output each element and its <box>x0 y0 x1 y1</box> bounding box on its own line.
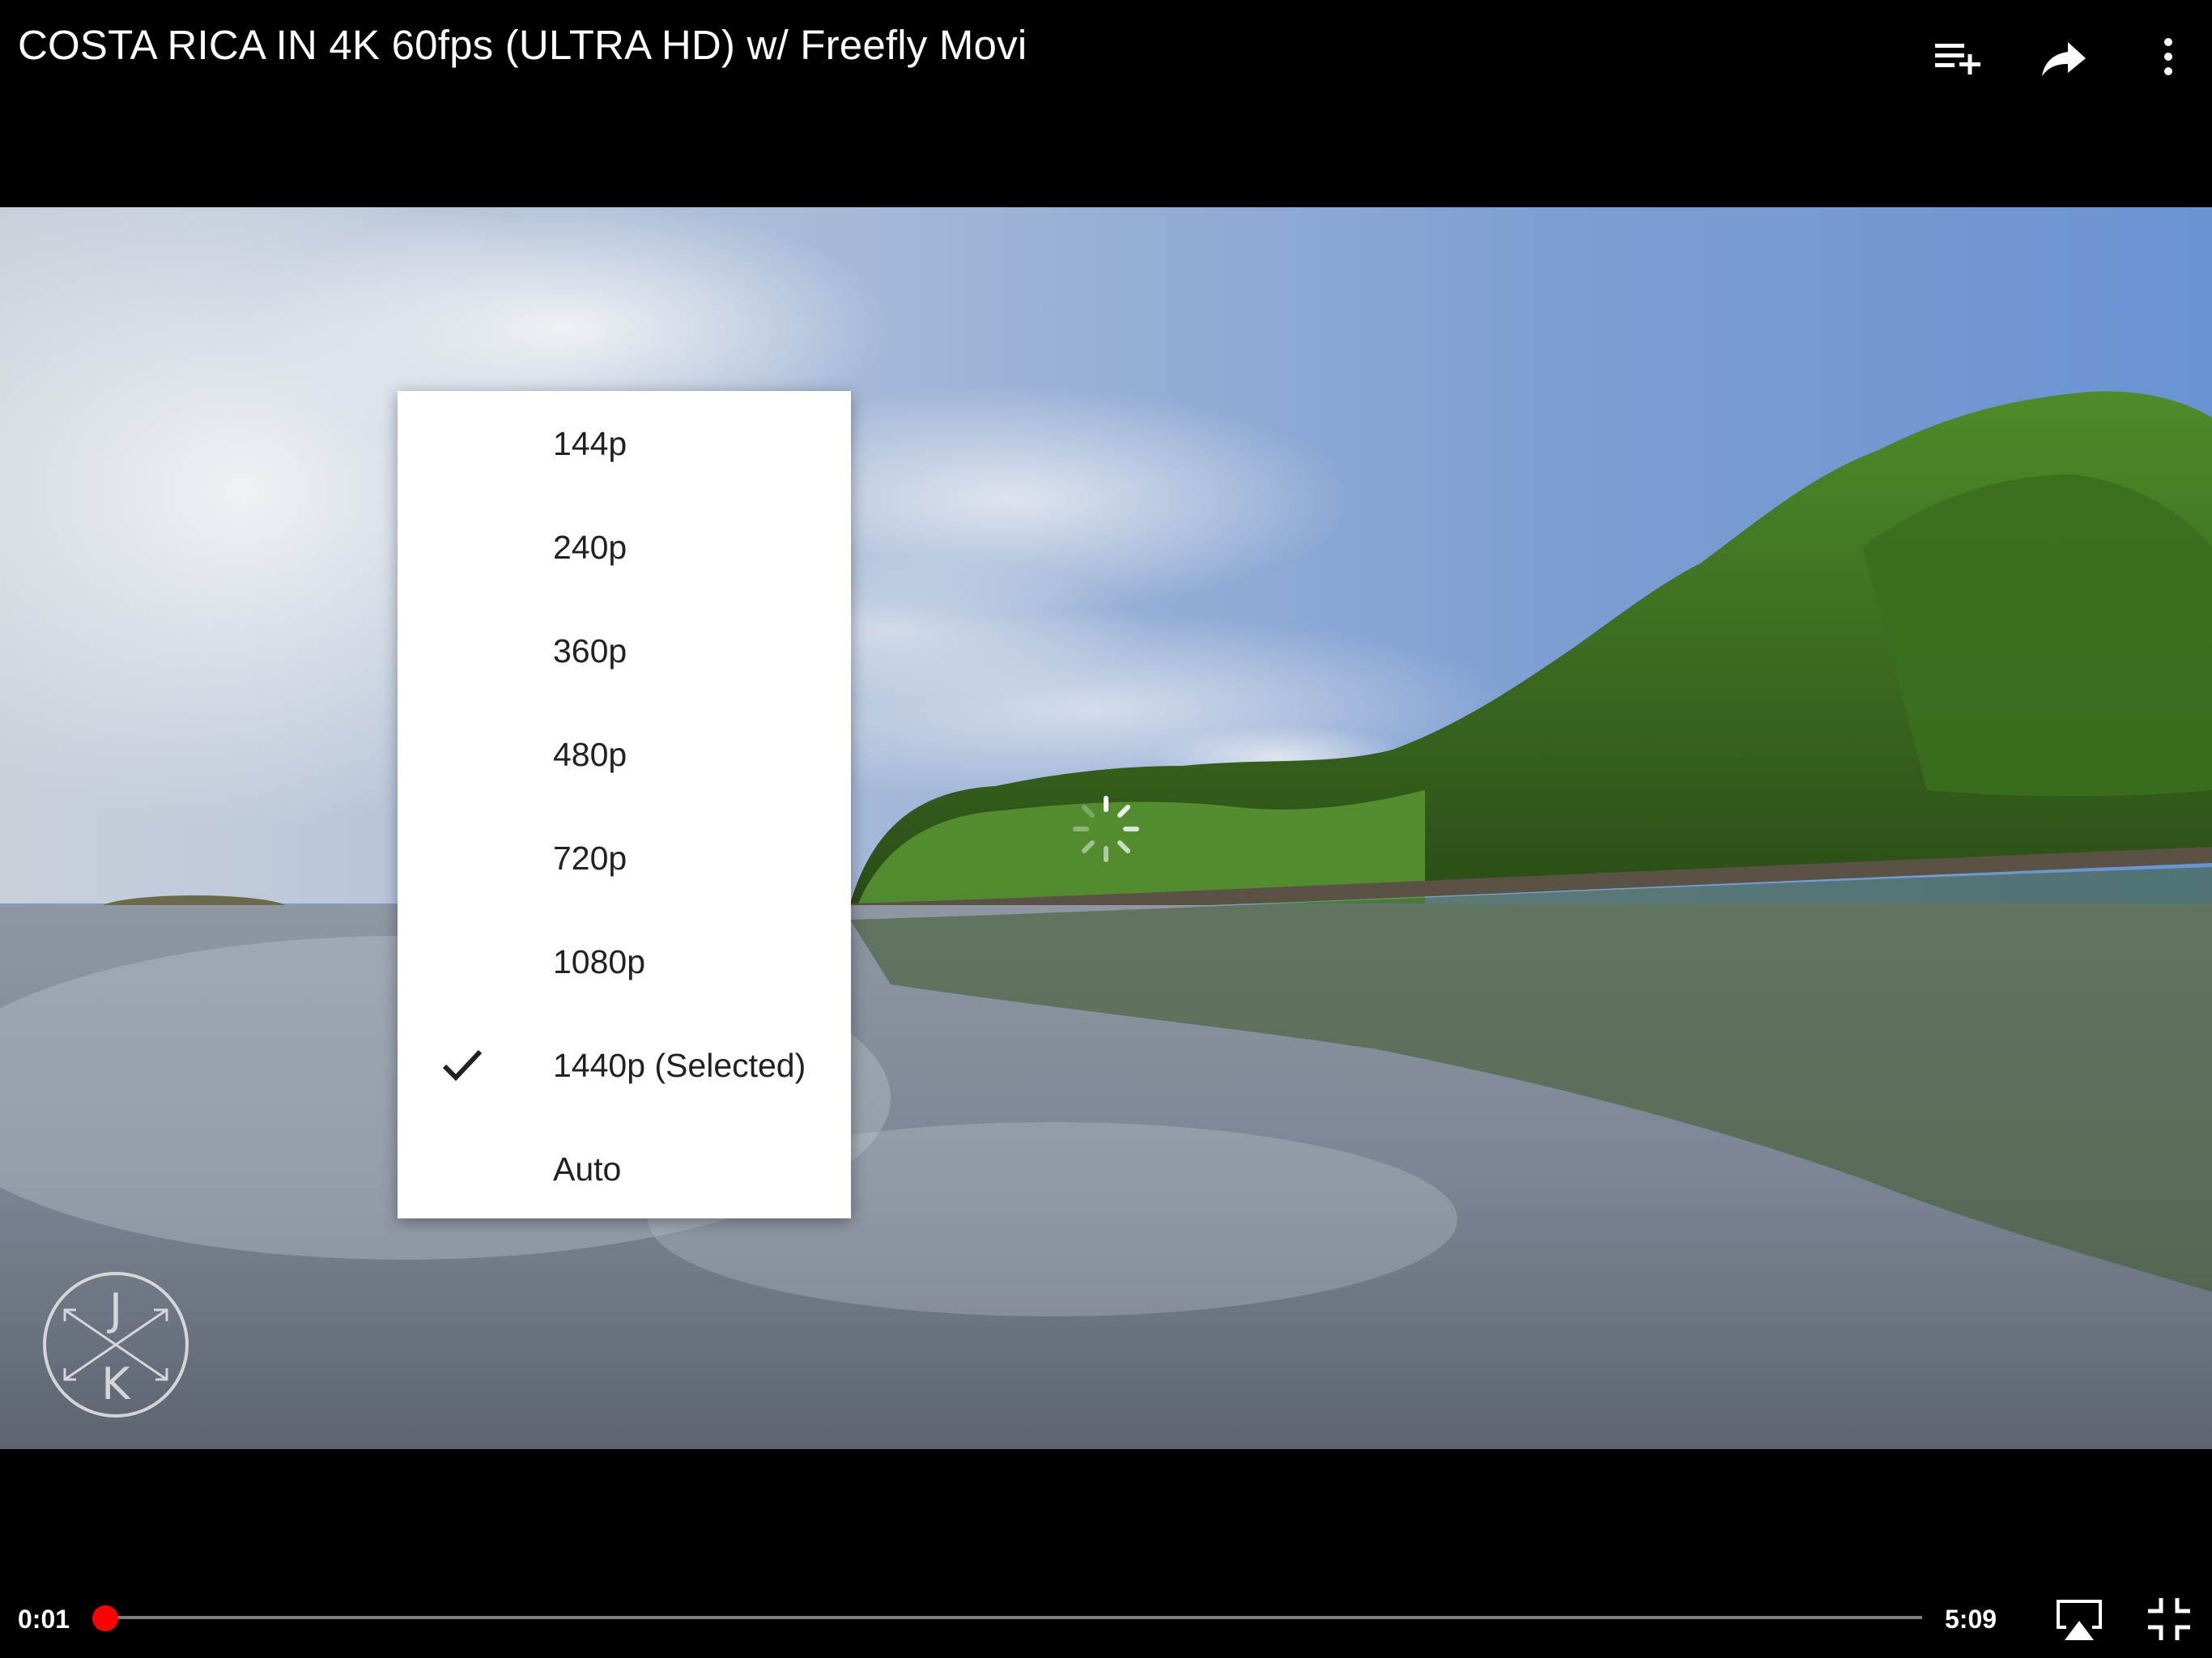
quality-option-label: 720p <box>553 840 627 877</box>
watermark-letter-j: J <box>107 1284 122 1335</box>
quality-option-label: 360p <box>553 632 627 670</box>
video-player-screen: COSTA RICA IN 4K 60fps (ULTRA HD) w/ Fre… <box>0 0 2212 1658</box>
video-duration: 5:09 <box>1945 1605 1997 1634</box>
share-icon[interactable] <box>2032 26 2097 91</box>
progress-scrubber-handle[interactable] <box>92 1605 118 1631</box>
quality-option-480p[interactable]: 480p <box>398 702 851 806</box>
quality-option-auto[interactable]: Auto <box>398 1116 851 1220</box>
quality-option-360p[interactable]: 360p <box>398 598 851 702</box>
quality-option-label: 1440p (Selected) <box>553 1047 806 1084</box>
exit-fullscreen-icon[interactable] <box>2142 1592 2197 1647</box>
current-time: 0:01 <box>18 1605 70 1634</box>
quality-option-144p[interactable]: 144p <box>398 391 851 495</box>
quality-menu: 144p 240p 360p 480p 720p 1080p 1440p (Se… <box>398 391 851 1218</box>
progress-bar[interactable] <box>104 1616 1922 1619</box>
channel-watermark-logo: J K <box>40 1269 191 1420</box>
add-to-playlist-icon[interactable] <box>1927 26 1992 91</box>
quality-option-label: Auto <box>553 1150 622 1188</box>
quality-option-label: 240p <box>553 529 627 566</box>
quality-option-1080p[interactable]: 1080p <box>398 909 851 1013</box>
quality-option-240p[interactable]: 240p <box>398 495 851 598</box>
more-options-icon[interactable] <box>2136 26 2201 91</box>
quality-option-label: 144p <box>553 425 627 462</box>
quality-option-1440p[interactable]: 1440p (Selected) <box>398 1013 851 1116</box>
quality-option-720p[interactable]: 720p <box>398 806 851 909</box>
airplay-icon[interactable] <box>2052 1592 2107 1647</box>
quality-option-label: 1080p <box>553 943 646 980</box>
quality-option-label: 480p <box>553 736 627 773</box>
checkmark-icon <box>438 1040 487 1089</box>
video-frame[interactable]: J K <box>0 207 2212 1449</box>
loading-spinner-icon <box>1069 792 1143 866</box>
video-title: COSTA RICA IN 4K 60fps (ULTRA HD) w/ Fre… <box>18 22 1027 68</box>
watermark-letter-k: K <box>101 1358 131 1409</box>
